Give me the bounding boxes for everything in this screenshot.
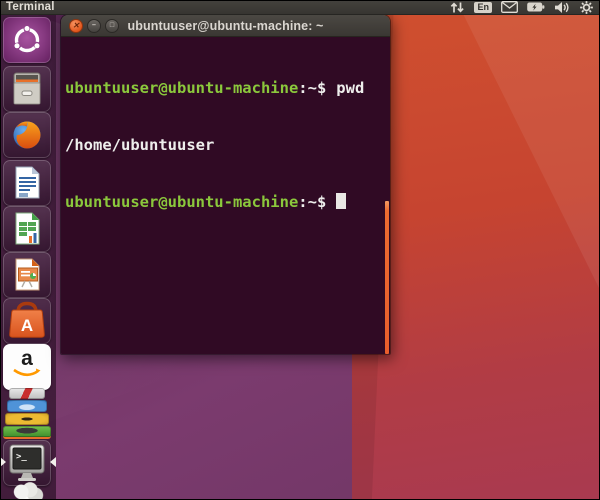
terminal-line-command: ubuntuuser@ubuntu-machine:~$ pwd	[65, 79, 390, 98]
terminal-line-output: /home/ubuntuuser	[65, 136, 390, 155]
terminal-cursor	[336, 193, 346, 209]
close-icon: ✕	[73, 19, 80, 33]
terminal-titlebar[interactable]: ✕ – □ ubuntuuser@ubuntu-machine: ~	[61, 15, 390, 37]
firefox-icon	[3, 112, 51, 158]
launcher-stacked-apps[interactable]	[3, 388, 51, 440]
launcher-item-libreoffice-impress[interactable]	[3, 252, 51, 298]
terminal-window: ✕ – □ ubuntuuser@ubuntu-machine: ~ ubunt…	[60, 14, 391, 355]
launcher-item-libreoffice-calc[interactable]	[3, 206, 51, 252]
terminal-line-prompt: ubuntuuser@ubuntu-machine:~$	[65, 193, 390, 212]
stacked-app-icon-3[interactable]	[5, 413, 49, 425]
launcher-item-amazon[interactable]: a	[3, 344, 51, 390]
terminal-content[interactable]: ubuntuuser@ubuntu-machine:~$pwd /home/ub…	[61, 37, 390, 354]
minimize-button[interactable]: –	[87, 19, 101, 33]
command-output: /home/ubuntuuser	[65, 136, 214, 154]
prompt-user-host: ubuntuuser@ubuntu-machine	[65, 79, 298, 97]
session-gear-icon[interactable]	[579, 0, 594, 15]
launcher-item-libreoffice-writer[interactable]	[3, 160, 51, 206]
network-updown-arrows-icon[interactable]	[450, 1, 465, 14]
typed-command: pwd	[336, 79, 364, 97]
battery-icon[interactable]	[527, 1, 545, 13]
terminal-scrollbar[interactable]	[385, 201, 389, 354]
libreoffice-writer-icon	[3, 160, 51, 206]
volume-speaker-icon[interactable]	[554, 1, 570, 14]
file-cabinet-icon	[3, 66, 51, 112]
launcher-item-files[interactable]	[3, 66, 51, 112]
focused-app-arrow-icon	[50, 457, 56, 467]
launcher-item-firefox[interactable]	[3, 112, 51, 158]
launcher-item-dash[interactable]	[3, 17, 51, 63]
desktop: Terminal En	[0, 0, 600, 500]
ubuntu-logo-icon	[3, 17, 51, 63]
terminal-monitor-icon: >_	[3, 440, 51, 486]
software-center-letter: A	[21, 316, 33, 335]
window-buttons: ✕ – □	[69, 19, 119, 33]
maximize-icon: □	[110, 19, 114, 33]
system-tray: En	[450, 0, 594, 15]
unity-launcher: A a >_	[0, 15, 56, 500]
libreoffice-calc-icon	[3, 206, 51, 252]
running-app-arrow-icon	[0, 457, 6, 467]
libreoffice-impress-icon	[3, 252, 51, 298]
terminal-icon-glyph: >_	[16, 452, 27, 462]
stacked-app-icon-4[interactable]	[3, 426, 51, 439]
launcher-item-terminal[interactable]: >_	[3, 440, 51, 486]
prompt-user-host: ubuntuuser@ubuntu-machine	[65, 193, 298, 211]
prompt-suffix: :~$	[298, 193, 326, 211]
active-app-title: Terminal	[6, 1, 55, 13]
close-button[interactable]: ✕	[69, 19, 83, 33]
minimize-icon: –	[92, 19, 96, 33]
launcher-item-trash[interactable]	[11, 482, 45, 500]
amazon-smile-arrow-icon	[12, 367, 42, 379]
top-menubar: Terminal En	[0, 0, 600, 15]
stacked-app-icon-1[interactable]	[9, 388, 45, 399]
shopping-bag-icon: A	[3, 298, 51, 344]
mail-envelope-icon[interactable]	[501, 1, 518, 13]
keyboard-layout-indicator[interactable]: En	[474, 2, 492, 13]
prompt-suffix: :~$	[298, 79, 326, 97]
maximize-button[interactable]: □	[105, 19, 119, 33]
launcher-item-software-center[interactable]: A	[3, 298, 51, 344]
stacked-app-icon-2[interactable]	[7, 400, 47, 412]
